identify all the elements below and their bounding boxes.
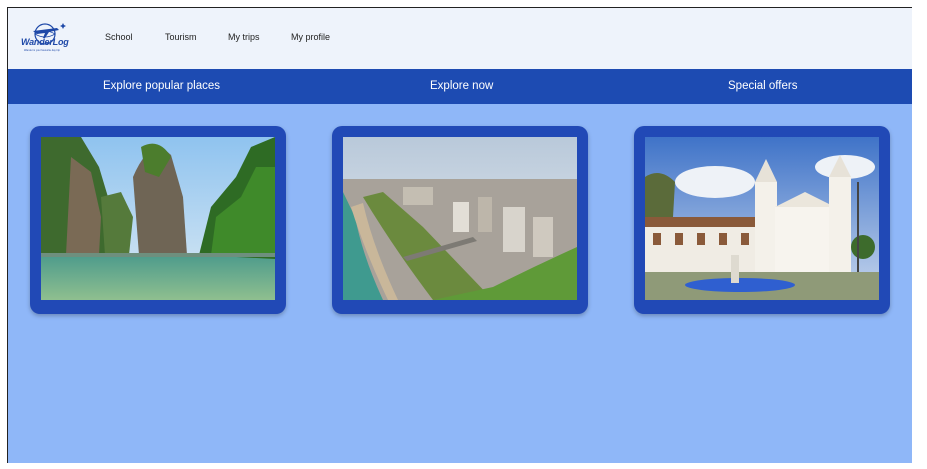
limestone-islands-photo <box>41 137 275 300</box>
destination-card[interactable] <box>30 126 286 314</box>
logo-text: WanderLog <box>21 37 69 47</box>
page-frame: WanderLog Wander is your favourite day t… <box>7 7 912 463</box>
nav-item-my-trips[interactable]: My trips <box>228 32 260 42</box>
nav-item-my-profile[interactable]: My profile <box>291 32 330 42</box>
destination-card[interactable] <box>634 126 890 314</box>
coastal-city-photo <box>343 137 577 300</box>
cathedral-plaza-photo <box>645 137 879 300</box>
special-offers-link[interactable]: Special offers <box>728 80 797 92</box>
destination-card[interactable] <box>332 126 588 314</box>
logo-tagline: Wander is your favourite day trip <box>24 49 60 52</box>
section-bar: Explore popular places Explore now Speci… <box>8 69 912 104</box>
nav-item-tourism[interactable]: Tourism <box>165 32 197 42</box>
explore-popular-places-link[interactable]: Explore popular places <box>103 80 220 92</box>
nav-item-school[interactable]: School <box>105 32 133 42</box>
top-navigation: WanderLog Wander is your favourite day t… <box>8 8 912 69</box>
logo[interactable]: WanderLog Wander is your favourite day t… <box>19 19 73 55</box>
explore-now-link[interactable]: Explore now <box>430 80 493 92</box>
